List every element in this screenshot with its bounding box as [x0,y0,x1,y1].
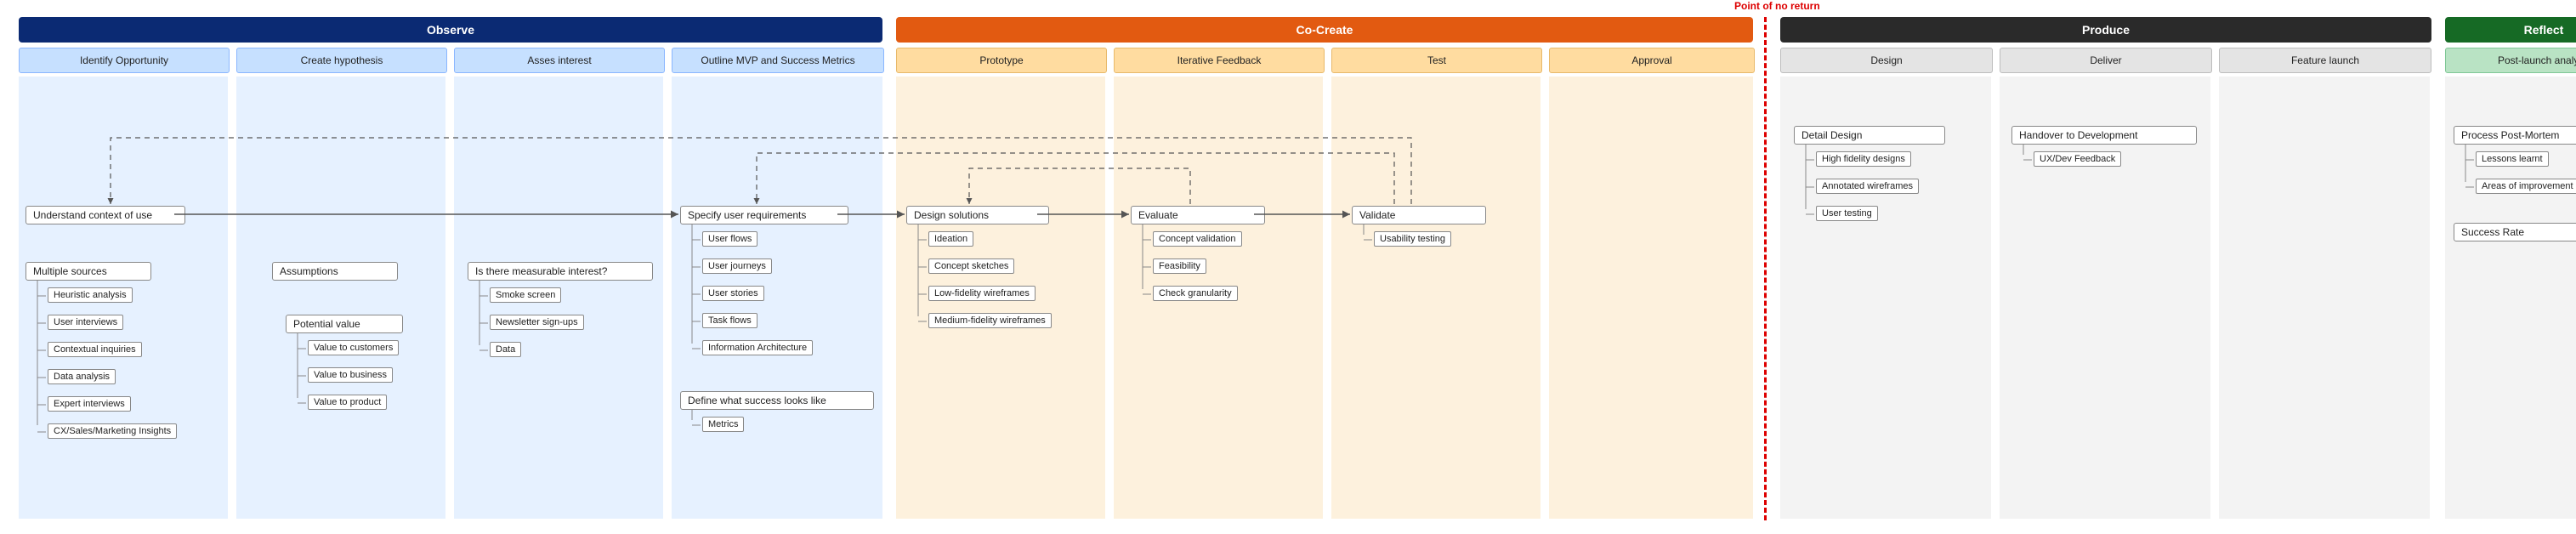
node-feasibility: Feasibility [1153,258,1206,274]
node-handover: Handover to Development [2011,126,2197,145]
lane-outline-mvp: Outline MVP and Success Metrics [672,48,884,73]
node-usability: Usability testing [1374,231,1451,247]
lane-design: Design [1780,48,1993,73]
phase-produce: Produce [1780,17,2431,43]
node-user-stories: User stories [702,286,764,301]
node-annotated: Annotated wireframes [1816,179,1919,194]
lane-approval: Approval [1549,48,1755,73]
node-user-testing: User testing [1816,206,1878,221]
node-concept-validation: Concept validation [1153,231,1242,247]
node-granularity: Check granularity [1153,286,1238,301]
node-uxdev: UX/Dev Feedback [2034,151,2121,167]
point-of-no-return-label: Point of no return [1734,0,1820,12]
lane-create-hypothesis: Create hypothesis [236,48,447,73]
phase-cocreate: Co-Create [896,17,1753,43]
lane-bg [1331,77,1540,519]
lane-iterative-feedback: Iterative Feedback [1114,48,1325,73]
lane-identify-opportunity: Identify Opportunity [19,48,230,73]
node-metrics: Metrics [702,417,744,432]
node-define-success: Define what success looks like [680,391,874,410]
node-potential-value: Potential value [286,315,403,333]
lane-prototype: Prototype [896,48,1107,73]
node-success-rate: Success Rate [2454,223,2576,241]
node-smoke: Smoke screen [490,287,561,303]
node-improve: Areas of improvement [2476,179,2576,194]
node-lofi: Low-fidelity wireframes [928,286,1036,301]
lane-asses-interest: Asses interest [454,48,665,73]
node-ideation: Ideation [928,231,973,247]
node-heuristic: Heuristic analysis [48,287,133,303]
phase-reflect: Reflect [2445,17,2576,43]
node-value-business: Value to business [308,367,393,383]
node-contextual: Contextual inquiries [48,342,142,357]
node-user-journeys: User journeys [702,258,772,274]
node-design-solutions: Design solutions [906,206,1049,224]
lane-bg [2219,77,2430,519]
lane-bg [1549,77,1753,519]
node-post-mortem: Process Post-Mortem [2454,126,2576,145]
node-data: Data [490,342,521,357]
node-cx-insights: CX/Sales/Marketing Insights [48,423,177,439]
node-evaluate: Evaluate [1131,206,1265,224]
lane-bg [236,77,445,519]
node-value-product: Value to product [308,395,387,410]
node-assumptions: Assumptions [272,262,398,281]
node-multiple-sources: Multiple sources [26,262,151,281]
node-task-flows: Task flows [702,313,757,328]
node-user-interviews: User interviews [48,315,123,330]
lane-deliver: Deliver [2000,48,2212,73]
node-newsletter: Newsletter sign-ups [490,315,584,330]
node-validate: Validate [1352,206,1486,224]
node-expert-interviews: Expert interviews [48,396,131,412]
lane-post-launch: Post-launch analysis [2445,48,2576,73]
node-measurable-interest: Is there measurable interest? [468,262,653,281]
node-specify-req: Specify user requirements [680,206,848,224]
node-lessons: Lessons learnt [2476,151,2549,167]
node-data-analysis: Data analysis [48,369,116,384]
node-user-flows: User flows [702,231,757,247]
phase-observe: Observe [19,17,882,43]
process-diagram: { "point_of_no_return": "Point of no ret… [0,0,2576,534]
node-medfi: Medium-fidelity wireframes [928,313,1052,328]
node-detail-design: Detail Design [1794,126,1945,145]
node-value-customers: Value to customers [308,340,399,355]
node-ia: Information Architecture [702,340,813,355]
point-of-no-return-line [1764,17,1767,520]
lane-test: Test [1331,48,1542,73]
lane-feature-launch: Feature launch [2219,48,2431,73]
node-understand-context: Understand context of use [26,206,185,224]
node-hifi: High fidelity designs [1816,151,1911,167]
node-concept-sketches: Concept sketches [928,258,1014,274]
